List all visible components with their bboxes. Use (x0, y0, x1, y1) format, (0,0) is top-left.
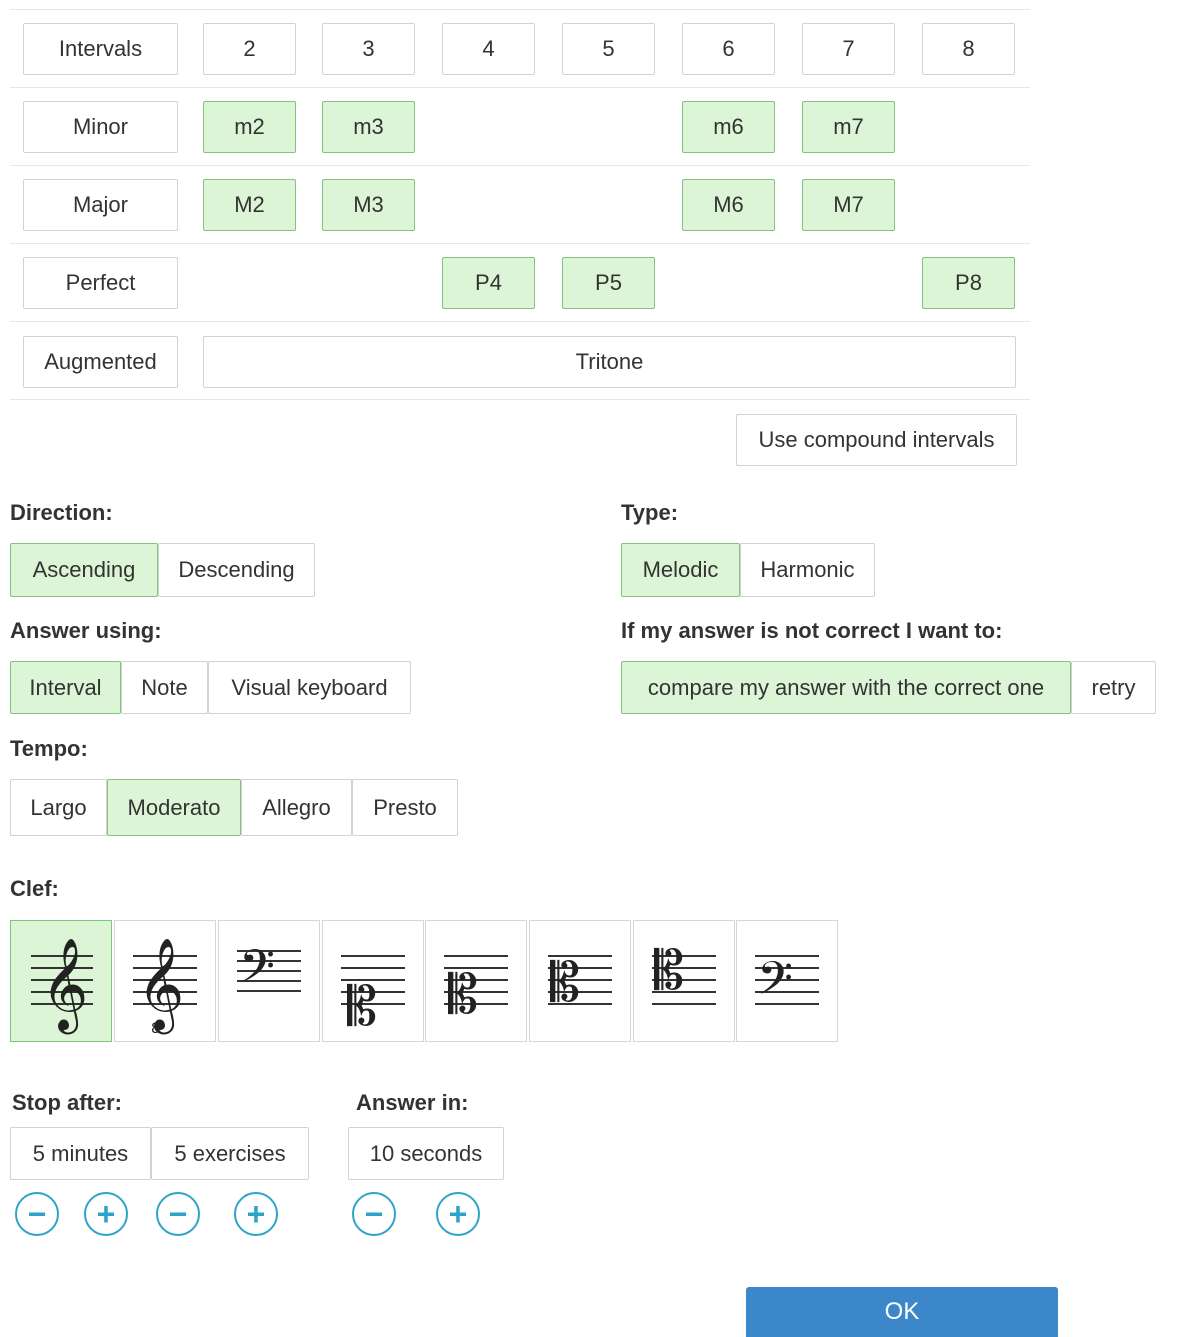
stop-after-exercises[interactable]: 5 exercises (151, 1127, 309, 1180)
clef-soprano[interactable]: 𝄡 (322, 920, 424, 1042)
clef-alto[interactable]: 𝄡 (529, 920, 631, 1042)
interval-P5[interactable]: P5 (562, 257, 655, 309)
clef-treble-8vb[interactable]: 𝄞 8 (114, 920, 216, 1042)
clef-mezzo-soprano[interactable]: 𝄡 (425, 920, 527, 1042)
type-harmonic[interactable]: Harmonic (740, 543, 875, 597)
tempo-largo[interactable]: Largo (10, 779, 107, 836)
intervals-header: Intervals (23, 23, 178, 75)
row-perfect[interactable]: Perfect (23, 257, 178, 309)
minutes-decrease-button[interactable]: − (15, 1192, 59, 1236)
tempo-moderato[interactable]: Moderato (107, 779, 241, 836)
interval-col-3[interactable]: 3 (322, 23, 415, 75)
stop-after-label: Stop after: (12, 1090, 122, 1115)
row-augmented[interactable]: Augmented (23, 336, 178, 388)
stop-after-minutes[interactable]: 5 minutes (10, 1127, 151, 1180)
clef-baritone[interactable]: 𝄢 (736, 920, 838, 1042)
divider (10, 165, 1030, 166)
answer-visual-keyboard[interactable]: Visual keyboard (208, 661, 411, 714)
exercises-decrease-button[interactable]: − (156, 1192, 200, 1236)
type-melodic[interactable]: Melodic (621, 543, 740, 597)
interval-tritone[interactable]: Tritone (203, 336, 1016, 388)
mezzo-soprano-clef-icon: 𝄡 (444, 955, 508, 1026)
clef-bass[interactable]: 𝄢 (218, 920, 320, 1042)
clef-label: Clef: (10, 876, 59, 901)
svg-text:𝄡: 𝄡 (347, 975, 377, 1038)
direction-label: Direction: (10, 500, 113, 525)
type-label: Type: (621, 500, 679, 525)
svg-text:𝄞: 𝄞 (41, 937, 88, 1034)
alto-clef-icon: 𝄡 (548, 951, 612, 1014)
interval-col-4[interactable]: 4 (442, 23, 535, 75)
svg-text:𝄡: 𝄡 (448, 963, 478, 1026)
interval-m7[interactable]: m7 (802, 101, 895, 153)
svg-text:𝄡: 𝄡 (550, 951, 580, 1014)
svg-text:𝄡: 𝄡 (654, 939, 684, 1002)
divider (10, 321, 1030, 322)
answer-using-label: Answer using: (10, 618, 162, 643)
tempo-allegro[interactable]: Allegro (241, 779, 352, 836)
divider (10, 399, 1030, 400)
minutes-increase-button[interactable]: + (84, 1192, 128, 1236)
interval-col-7[interactable]: 7 (802, 23, 895, 75)
bass-clef-icon: 𝄢 (237, 940, 301, 1005)
compound-intervals-button[interactable]: Use compound intervals (736, 414, 1017, 466)
if-wrong-retry[interactable]: retry (1071, 661, 1156, 714)
svg-text:𝄞: 𝄞 (137, 937, 184, 1034)
answer-in-label: Answer in: (356, 1090, 469, 1115)
answer-interval[interactable]: Interval (10, 661, 121, 714)
interval-col-8[interactable]: 8 (922, 23, 1015, 75)
tempo-label: Tempo: (10, 736, 88, 761)
interval-P8[interactable]: P8 (922, 257, 1015, 309)
treble-8vb-clef-icon: 𝄞 8 (133, 937, 197, 1037)
divider (10, 9, 1030, 10)
seconds-increase-button[interactable]: + (436, 1192, 480, 1236)
interval-M7[interactable]: M7 (802, 179, 895, 231)
divider (10, 243, 1030, 244)
interval-m2[interactable]: m2 (203, 101, 296, 153)
answer-note[interactable]: Note (121, 661, 208, 714)
direction-ascending[interactable]: Ascending (10, 543, 158, 597)
interval-M2[interactable]: M2 (203, 179, 296, 231)
answer-in-seconds[interactable]: 10 seconds (348, 1127, 504, 1180)
tenor-clef-icon: 𝄡 (652, 939, 716, 1005)
interval-P4[interactable]: P4 (442, 257, 535, 309)
svg-text:𝄢: 𝄢 (239, 940, 275, 1005)
svg-text:𝄢: 𝄢 (757, 952, 793, 1017)
row-major[interactable]: Major (23, 179, 178, 231)
clef-tenor[interactable]: 𝄡 (633, 920, 735, 1042)
exercises-increase-button[interactable]: + (234, 1192, 278, 1236)
treble-clef-icon: 𝄞 (31, 937, 93, 1034)
baritone-clef-icon: 𝄢 (755, 952, 819, 1017)
interval-M6[interactable]: M6 (682, 179, 775, 231)
interval-col-2[interactable]: 2 (203, 23, 296, 75)
interval-M3[interactable]: M3 (322, 179, 415, 231)
seconds-decrease-button[interactable]: − (352, 1192, 396, 1236)
interval-col-5[interactable]: 5 (562, 23, 655, 75)
svg-text:8: 8 (151, 1021, 160, 1037)
interval-m3[interactable]: m3 (322, 101, 415, 153)
if-wrong-label: If my answer is not correct I want to: (621, 618, 1003, 643)
direction-descending[interactable]: Descending (158, 543, 315, 597)
interval-col-6[interactable]: 6 (682, 23, 775, 75)
interval-m6[interactable]: m6 (682, 101, 775, 153)
row-minor[interactable]: Minor (23, 101, 178, 153)
soprano-clef-icon: 𝄡 (341, 955, 405, 1038)
if-wrong-compare[interactable]: compare my answer with the correct one (621, 661, 1071, 714)
ok-button[interactable]: OK (746, 1287, 1058, 1337)
clef-treble[interactable]: 𝄞 (10, 920, 112, 1042)
tempo-presto[interactable]: Presto (352, 779, 458, 836)
divider (10, 87, 1030, 88)
